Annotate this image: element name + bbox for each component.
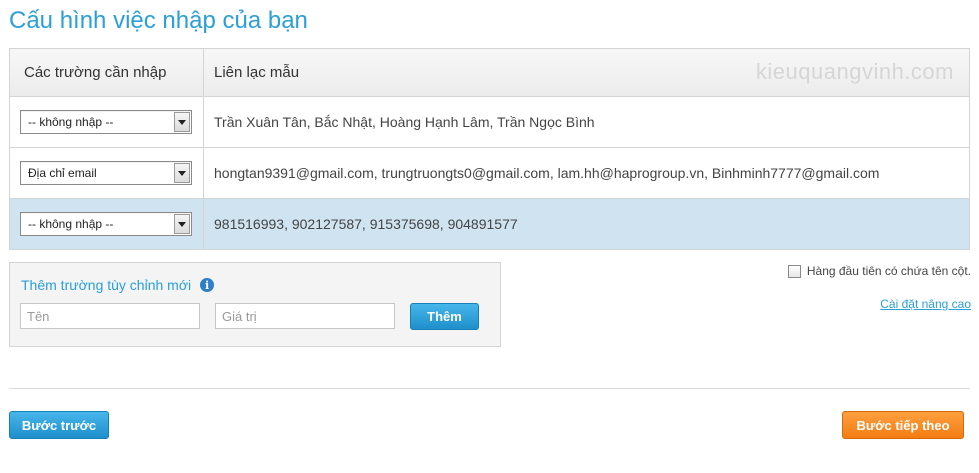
- divider: [9, 388, 970, 389]
- watermark: kieuquangvinh.com: [755, 59, 954, 84]
- table-header: Các trường cần nhập Liên lạc mẫu kieuqua…: [10, 49, 969, 96]
- sample-values: Trần Xuân Tân, Bắc Nhật, Hoàng Hạnh Lâm,…: [214, 114, 595, 130]
- chevron-down-icon[interactable]: [174, 214, 190, 234]
- sample-values: 981516993, 902127587, 915375698, 9048915…: [214, 216, 518, 232]
- custom-field-title: Thêm trường tùy chỉnh mới: [21, 277, 192, 293]
- next-step-button[interactable]: Bước tiếp theo: [842, 411, 964, 439]
- custom-field-name-input[interactable]: [20, 303, 200, 329]
- page-title: Cấu hình việc nhập của bạn: [9, 7, 308, 34]
- advanced-settings-link[interactable]: Cài đặt nâng cao: [880, 297, 971, 311]
- header-sample: Liên lạc mẫu kieuquangvinh.com: [204, 49, 969, 96]
- field-mapping-table: Các trường cần nhập Liên lạc mẫu kieuqua…: [9, 48, 970, 250]
- field-select-2[interactable]: Địa chỉ email: [20, 161, 192, 185]
- chevron-down-icon[interactable]: [174, 163, 190, 183]
- header-row-option[interactable]: Hàng đầu tiên có chứa tên cột.: [787, 264, 971, 278]
- field-select-value: -- không nhập --: [28, 217, 114, 231]
- header-row-checkbox[interactable]: [787, 264, 801, 278]
- add-field-button[interactable]: Thêm: [410, 303, 479, 330]
- table-row: -- không nhập -- 981516993, 902127587, 9…: [10, 198, 969, 249]
- table-row: Địa chỉ email hongtan9391@gmail.com, tru…: [10, 147, 969, 198]
- custom-field-value-input[interactable]: [215, 303, 395, 329]
- custom-field-panel: Thêm trường tùy chỉnh mới i Thêm: [9, 262, 501, 347]
- header-fields: Các trường cần nhập: [10, 49, 204, 96]
- previous-step-button[interactable]: Bước trước: [9, 411, 109, 439]
- header-row-label: Hàng đầu tiên có chứa tên cột.: [806, 264, 971, 278]
- field-select-value: Địa chỉ email: [28, 166, 97, 180]
- table-row: -- không nhập -- Trần Xuân Tân, Bắc Nhật…: [10, 96, 969, 147]
- info-icon[interactable]: i: [200, 278, 215, 292]
- sample-values: hongtan9391@gmail.com, trungtruongts0@gm…: [214, 165, 880, 181]
- field-select-value: -- không nhập --: [28, 115, 114, 129]
- field-select-3[interactable]: -- không nhập --: [20, 212, 192, 236]
- chevron-down-icon[interactable]: [174, 112, 190, 132]
- header-sample-label: Liên lạc mẫu: [214, 64, 300, 81]
- field-select-1[interactable]: -- không nhập --: [20, 110, 192, 134]
